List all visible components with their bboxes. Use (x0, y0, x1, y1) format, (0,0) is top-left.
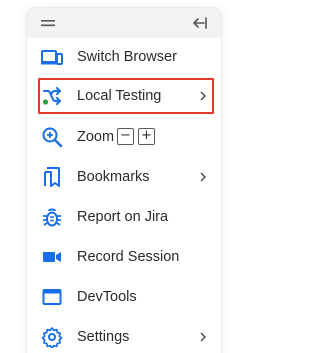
zoom-icon (42, 127, 63, 148)
menu-item-bookmarks[interactable]: Bookmarks (27, 159, 221, 195)
menu-item-label: Record Session (77, 249, 180, 265)
collapse-panel-icon[interactable] (190, 15, 208, 31)
settings-gear-icon (41, 327, 63, 348)
menu-item-label: Switch Browser (77, 49, 177, 65)
local-testing-icon (42, 87, 61, 105)
menu-item-report-on-jira[interactable]: Report on Jira (27, 199, 221, 235)
chevron-right-icon (200, 332, 206, 342)
menu-item-settings[interactable]: Settings (27, 319, 221, 353)
video-camera-icon (43, 252, 61, 262)
bug-icon (43, 208, 61, 227)
chevron-right-icon (200, 172, 206, 182)
menu-item-switch-browser[interactable]: Switch Browser (27, 39, 221, 75)
menu-item-devtools[interactable]: DevTools (27, 279, 221, 315)
menu-item-label: Local Testing (77, 88, 162, 104)
zoom-out-button[interactable]: − (117, 128, 134, 145)
menu-item-label: DevTools (77, 289, 137, 305)
zoom-in-button[interactable]: + (138, 128, 155, 145)
menu-item-label: Settings (77, 329, 130, 345)
browser-toolbar-panel: Switch Browser Local Testing Zoom − + Bo… (27, 8, 221, 353)
panel-header (27, 8, 221, 38)
menu-item-label: Zoom (77, 129, 115, 145)
drag-handle-icon[interactable] (41, 17, 55, 29)
menu-item-label: Report on Jira (77, 209, 169, 225)
chevron-right-icon (200, 91, 206, 101)
menu-item-label: Bookmarks (77, 169, 150, 185)
menu-item-local-testing[interactable]: Local Testing (38, 78, 214, 114)
menu-item-record-session[interactable]: Record Session (27, 239, 221, 275)
bookmark-icon (44, 167, 60, 187)
switch-browser-icon (41, 50, 63, 65)
menu-item-zoom: Zoom − + (27, 119, 221, 155)
devtools-icon (42, 289, 62, 305)
